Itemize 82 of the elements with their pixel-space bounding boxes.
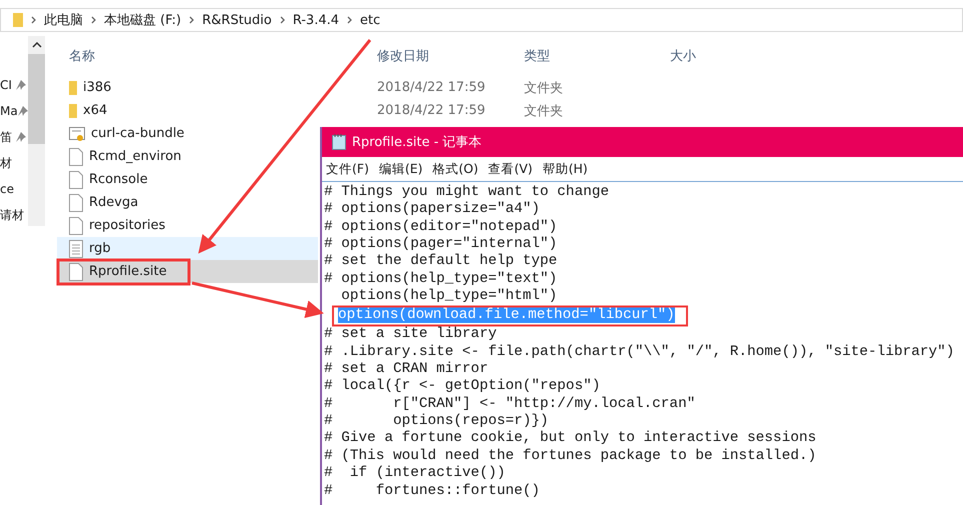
code-line: # set the default help type <box>324 253 558 270</box>
code-line: # set a site library <box>324 326 497 342</box>
code-line: # options(pager="internal") <box>324 236 558 252</box>
file-name: x64 <box>83 103 108 118</box>
file-type: 文件夹 <box>524 102 564 120</box>
file-name: Rdevga <box>89 195 138 210</box>
text-file-icon <box>69 240 83 258</box>
file-row[interactable]: Rcmd_environ <box>57 145 318 168</box>
window-title: Rprofile.site - 记事本 <box>352 134 482 151</box>
pin-icon <box>16 132 26 142</box>
file-icon <box>69 216 83 234</box>
file-row[interactable]: Rprofile.site <box>57 260 318 283</box>
file-row[interactable]: Rconsole <box>57 168 318 191</box>
file-type: 文件夹 <box>524 80 564 96</box>
nav-item[interactable]: 笛 <box>0 128 16 146</box>
file-icon <box>69 262 83 280</box>
file-name: Rconsole <box>89 172 148 187</box>
chevron-icon <box>189 16 194 24</box>
chevron-icon <box>347 16 352 24</box>
code-line: # if (interactive()) <box>324 465 506 482</box>
file-row[interactable]: Rdevga <box>57 191 318 214</box>
menu-item[interactable]: 编辑(E) <box>378 160 423 178</box>
code-line: # Things you might want to change <box>324 184 609 200</box>
notepad-icon <box>332 134 346 150</box>
pin-icon <box>16 80 26 90</box>
file-row[interactable]: rgb <box>57 237 318 260</box>
nav-item[interactable]: 材 <box>0 154 16 172</box>
menu-item[interactable]: 文件(F) <box>326 160 369 178</box>
file-date: 2018/4/22 17:59 <box>377 80 486 95</box>
scrollbar[interactable] <box>28 36 45 226</box>
code-line: options(help_type="html") <box>340 288 558 304</box>
file-name: i386 <box>83 80 112 95</box>
nav-item[interactable]: 请材 <box>0 206 24 224</box>
breadcrumb[interactable]: R&RStudio <box>202 12 272 28</box>
nav-item[interactable]: CI <box>0 78 16 92</box>
nav-item[interactable]: ce <box>0 182 16 196</box>
file-icon <box>69 194 83 212</box>
file-name: Rprofile.site <box>89 264 167 279</box>
code-line: # (This would need the fortunes package to be installed.) <box>324 448 816 464</box>
code-line: # options(editor="notepad") <box>324 218 558 235</box>
folder-icon <box>13 13 23 27</box>
certificate-icon <box>69 126 85 142</box>
column-header[interactable]: 类型 <box>524 47 670 65</box>
file-name: rgb <box>89 241 111 256</box>
breadcrumb[interactable]: etc <box>360 12 380 28</box>
chevron-icon <box>280 16 285 24</box>
folder-icon <box>69 80 77 94</box>
nav-item[interactable]: Ma <box>0 104 18 118</box>
breadcrumb[interactable]: 此电脑 <box>44 11 83 29</box>
code-line: # fortunes::fortune() <box>324 482 540 498</box>
breadcrumb[interactable]: 本地磁盘 (F:) <box>104 11 182 29</box>
column-header[interactable]: 大小 <box>670 47 696 65</box>
menu-item[interactable]: 帮助(H) <box>542 160 588 178</box>
chevron-icon <box>31 16 36 24</box>
file-row[interactable]: x64 2018/4/22 17:59 文件夹 <box>57 99 963 122</box>
pin-icon <box>18 106 28 116</box>
file-name: repositories <box>89 218 166 233</box>
address-bar[interactable]: 此电脑 本地磁盘 (F:) R&RStudio R-3.4.4 etc <box>0 8 963 32</box>
code-line: # options(papersize="a4") <box>324 201 540 218</box>
code-line: # r["CRAN"] <- "http://my.local.cran" <box>324 396 696 412</box>
file-icon <box>69 148 83 166</box>
file-row[interactable]: i386 2018/4/22 17:59 文件夹 <box>57 76 963 99</box>
code-line: # set a CRAN mirror <box>324 361 488 378</box>
menu-item[interactable]: 格式(O) <box>432 160 478 178</box>
file-row[interactable]: curl-ca-bundle <box>57 122 318 145</box>
folder-icon <box>69 104 77 118</box>
code-line: # .Library.site <- file.path(chartr("\\", "/", R.home()), "site-library") <box>324 344 954 360</box>
file-name: curl-ca-bundle <box>91 126 184 141</box>
file-row[interactable]: repositories <box>57 214 318 237</box>
code-line: # options(help_type="text") <box>324 270 558 287</box>
column-header[interactable]: 名称 <box>57 47 377 65</box>
breadcrumb[interactable]: R-3.4.4 <box>292 12 340 28</box>
file-name: Rcmd_environ <box>89 149 182 164</box>
scroll-thumb[interactable] <box>28 54 45 144</box>
code-line: # options(repos=r)}) <box>324 413 549 430</box>
menu-item[interactable]: 查看(V) <box>488 160 533 178</box>
chevron-icon <box>91 16 96 24</box>
code-line: # Give a fortune cookie, but only to interactive sessions <box>324 430 816 446</box>
file-icon <box>69 170 83 188</box>
code-line: # local({r <- getOption("repos") <box>324 378 600 394</box>
file-date: 2018/4/22 17:59 <box>377 103 486 118</box>
column-header[interactable]: 修改日期 <box>377 47 524 65</box>
